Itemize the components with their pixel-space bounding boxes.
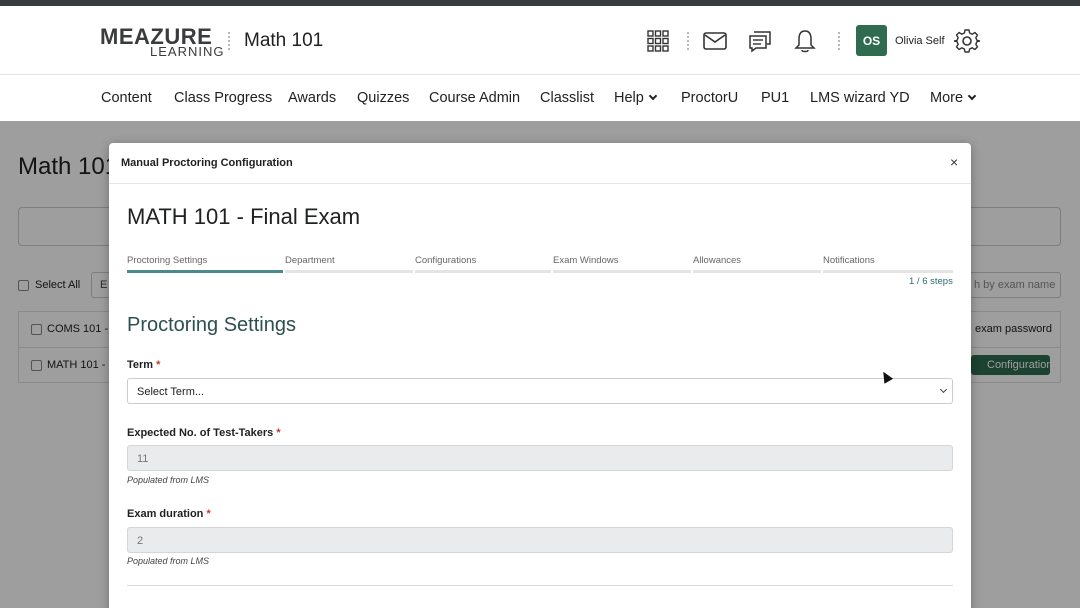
step-allowances[interactable]: Allowances [693,255,821,275]
duration-input[interactable]: 2 [127,527,953,553]
header-separator [687,32,689,50]
mail-icon[interactable] [702,28,728,54]
course-navbar: Content Class Progress Awards Quizzes Co… [0,76,1080,121]
duration-label: Exam duration * [127,508,211,520]
modal-title: Manual Proctoring Configuration [121,157,293,169]
term-label: Term * [127,359,160,371]
step-progress-bar [127,270,283,273]
step-label: Exam Windows [553,255,619,266]
step-progress-bar [285,270,413,273]
step-notifications[interactable]: Notifications [823,255,953,275]
duration-hint: Populated from LMS [127,556,210,566]
step-label: Proctoring Settings [127,255,208,266]
step-label: Notifications [823,255,875,266]
nav-item-pu1[interactable]: PU1 [761,90,789,106]
bell-icon[interactable] [792,28,818,54]
step-count: 1 / 6 steps [909,276,953,287]
step-proctoring-settings[interactable]: Proctoring Settings [127,255,283,275]
test-takers-label-text: Expected No. of Test-Takers [127,427,274,439]
chevron-down-icon [648,91,658,101]
step-exam-windows[interactable]: Exam Windows [553,255,691,275]
meazure-logo[interactable]: MEAZURE LEARNING [100,24,223,60]
step-progress-bar [553,270,691,273]
close-icon[interactable]: × [950,154,958,170]
proctoring-config-modal: Manual Proctoring Configuration × MATH 1… [109,143,971,608]
chevron-down-icon [939,385,948,394]
step-department[interactable]: Department [285,255,413,275]
modal-header: Manual Proctoring Configuration × [109,143,971,184]
nav-item-proctoru[interactable]: ProctorU [681,90,738,106]
chevron-down-icon [967,91,977,101]
nav-item-quizzes[interactable]: Quizzes [357,90,409,106]
step-label: Department [285,255,335,266]
header-separator [838,32,840,50]
nav-item-class-progress[interactable]: Class Progress [174,90,272,106]
avatar[interactable]: OS [856,25,887,56]
header-separator [228,32,230,50]
nav-item-course-admin[interactable]: Course Admin [429,90,520,106]
nav-item-more[interactable]: More [930,90,977,106]
nav-item-help-label: Help [614,90,644,106]
exam-title: MATH 101 - Final Exam [127,204,361,229]
grid-icon[interactable] [645,28,671,54]
logo-sub-text: LEARNING [150,44,225,59]
step-progress-bar [823,270,953,273]
step-label: Configurations [415,255,477,266]
section-title: Proctoring Settings [127,314,296,336]
duration-label-text: Exam duration [127,508,204,520]
term-select[interactable]: Select Term... [127,378,953,404]
stepper: Proctoring Settings Department Configura… [127,255,953,275]
user-name[interactable]: Olivia Self [895,35,945,47]
course-title[interactable]: Math 101 [244,30,323,52]
nav-item-help[interactable]: Help [614,90,658,106]
term-label-text: Term [127,359,154,371]
step-progress-bar [415,270,551,273]
required-marker: * [276,427,281,439]
required-marker: * [206,508,211,520]
gear-icon[interactable] [954,28,980,54]
step-label: Allowances [693,255,742,266]
nav-item-content[interactable]: Content [101,90,152,106]
required-marker: * [156,359,161,371]
chat-icon[interactable] [747,28,773,54]
test-takers-label: Expected No. of Test-Takers * [127,427,281,439]
test-takers-input[interactable]: 11 [127,445,953,471]
step-configurations[interactable]: Configurations [415,255,551,275]
nav-item-awards[interactable]: Awards [288,90,336,106]
term-select-value: Select Term... [137,386,205,398]
section-divider [127,585,953,586]
test-takers-hint: Populated from LMS [127,475,210,485]
nav-item-lms-wizard[interactable]: LMS wizard YD [810,90,910,106]
nav-item-classlist[interactable]: Classlist [540,90,594,106]
nav-item-more-label: More [930,90,964,106]
step-progress-bar [693,270,821,273]
site-header: MEAZURE LEARNING Math 101 OS Olivia Self [0,6,1080,75]
